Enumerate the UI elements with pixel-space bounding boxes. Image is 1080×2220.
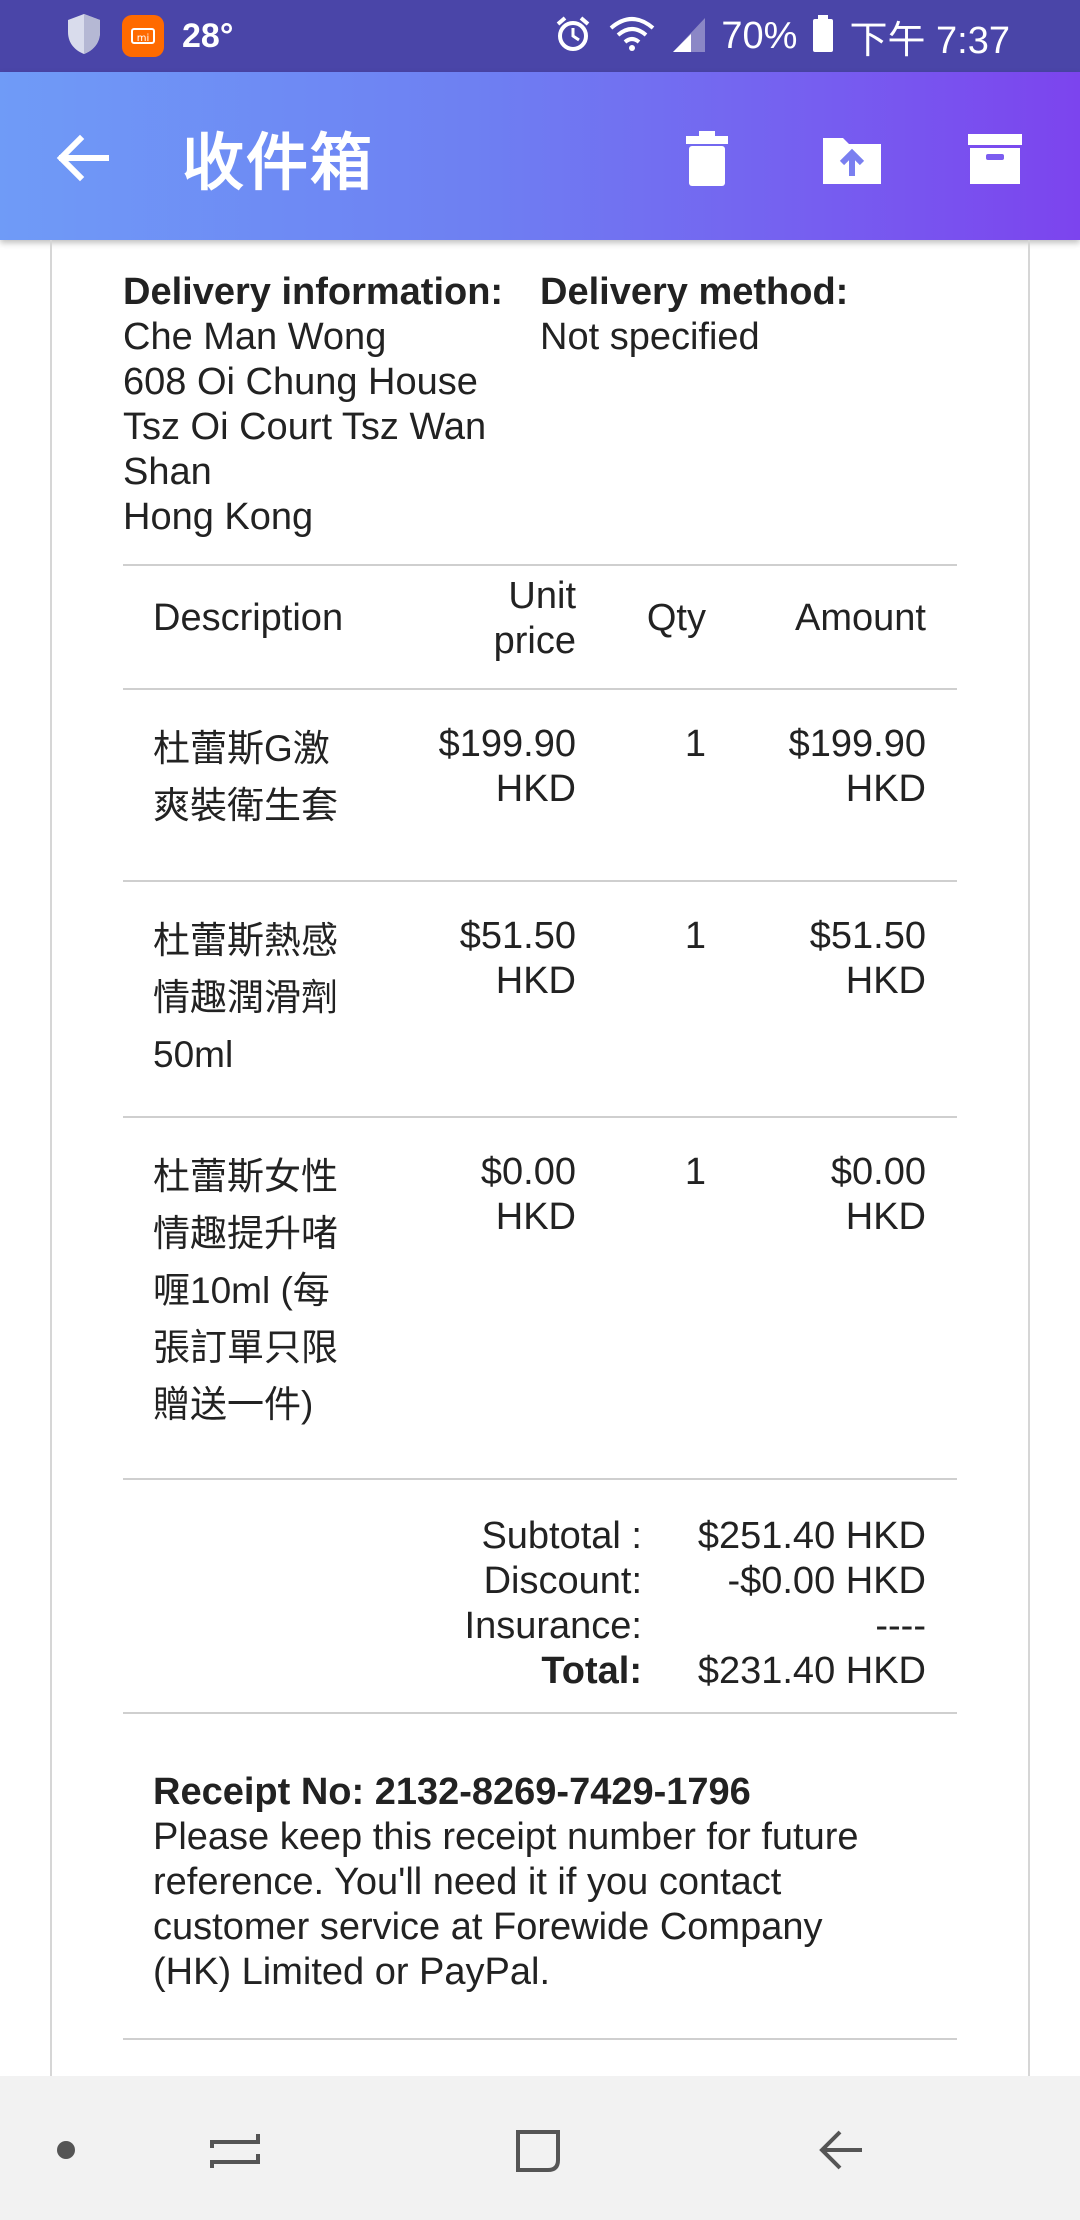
receipt-number: Receipt No: 2132-8269-7429-1796: [153, 1771, 751, 1813]
delivery-address-line: Shan: [123, 451, 212, 493]
item-unit-price-currency: HKD: [495, 1196, 576, 1238]
receipt-note-line: (HK) Limited or PayPal.: [153, 1951, 551, 1993]
item-description-line: 杜蕾斯女性: [153, 1156, 338, 1197]
move-to-icon[interactable]: [819, 126, 885, 192]
item-unit-price-value: $51.50: [459, 915, 576, 957]
item-unit-price-currency: HKD: [495, 768, 576, 810]
item-description-line: 杜蕾斯熱感: [153, 920, 338, 961]
app-bar: 收件箱: [0, 72, 1080, 240]
discount-value: -$0.00 HKD: [727, 1560, 926, 1602]
item-amount: $51.50 HKD: [716, 914, 926, 1004]
card-border: [1028, 240, 1030, 2076]
item-amount: $0.00 HKD: [716, 1150, 926, 1240]
total-value: $231.40 HKD: [697, 1650, 926, 1692]
back-arrow-icon[interactable]: [50, 124, 118, 192]
card-border: [50, 240, 52, 2076]
alarm-icon: [553, 14, 593, 59]
delivery-method-value: Not specified: [540, 316, 760, 358]
wifi-icon: [607, 14, 657, 59]
divider: [123, 1116, 957, 1118]
delivery-method-heading: Delivery method:: [540, 271, 849, 313]
item-amount: $199.90 HKD: [716, 722, 926, 812]
item-amount-value: $0.00: [830, 1151, 926, 1193]
signal-icon: [671, 14, 707, 59]
clock: 下午 7:37: [849, 19, 1010, 62]
receipt-info: Receipt No: 2132-8269-7429-1796 Please k…: [153, 1770, 933, 1995]
item-unit-price: $0.00 HKD: [360, 1150, 576, 1240]
item-amount-value: $199.90: [788, 723, 926, 765]
battery-percent: 70%: [721, 14, 798, 57]
subtotal-value: $251.40 HKD: [697, 1515, 926, 1557]
item-description-line: 情趣提升啫: [153, 1213, 338, 1254]
delivery-info-heading: Delivery information:: [123, 271, 504, 313]
delivery-address-line: 608 Oi Chung House: [123, 361, 478, 403]
item-description-line: 爽裝衛生套: [153, 785, 338, 826]
archive-icon[interactable]: [962, 126, 1028, 192]
delivery-address-line: Tsz Oi Court Tsz Wan: [123, 406, 487, 448]
home-icon[interactable]: [508, 2120, 568, 2180]
status-bar: mi 28° 70% 下午 7:37: [0, 0, 1080, 72]
delivery-method: Delivery method: Not specified: [540, 270, 940, 360]
total-label: Total:: [541, 1650, 642, 1692]
svg-text:mi: mi: [137, 33, 150, 44]
divider: [123, 564, 957, 566]
column-header-unit-price-line: price: [493, 620, 576, 662]
item-description-line: 50ml: [153, 1034, 234, 1075]
receipt-note-line: reference. You'll need it if you contact: [153, 1861, 782, 1903]
item-amount-currency: HKD: [845, 960, 926, 1002]
item-description: 杜蕾斯女性 情趣提升啫 喱10ml (每 張訂單只限 贈送一件): [153, 1148, 363, 1433]
item-amount-currency: HKD: [845, 1196, 926, 1238]
item-unit-price-value: $199.90: [438, 723, 576, 765]
recents-icon[interactable]: [206, 2120, 266, 2180]
item-unit-price: $199.90 HKD: [360, 722, 576, 812]
item-unit-price-value: $0.00: [480, 1151, 576, 1193]
item-description-line: 杜蕾斯G激: [153, 728, 330, 769]
item-description: 杜蕾斯G激 爽裝衛生套: [153, 720, 363, 834]
email-body[interactable]: Delivery information: Che Man Wong 608 O…: [0, 240, 1080, 2076]
item-qty: 1: [684, 723, 706, 765]
page-title: 收件箱: [182, 126, 375, 199]
item-qty: 1: [684, 915, 706, 957]
column-header-unit-price-line: Unit: [508, 575, 576, 617]
item-amount-currency: HKD: [845, 768, 926, 810]
divider: [123, 2038, 957, 2040]
item-description-line: 情趣潤滑劑: [153, 977, 338, 1018]
column-header-qty: Qty: [646, 597, 706, 639]
dot-icon[interactable]: [36, 2120, 96, 2180]
column-header-description: Description: [153, 597, 344, 639]
back-icon[interactable]: [812, 2120, 872, 2180]
item-amount-value: $51.50: [809, 915, 926, 957]
item-description-line: 喱10ml (每: [153, 1270, 330, 1311]
item-unit-price: $51.50 HKD: [360, 914, 576, 1004]
divider: [123, 1478, 957, 1480]
delivery-address-line: Hong Kong: [123, 496, 314, 538]
discount-label: Discount:: [483, 1560, 642, 1602]
navigation-bar: [0, 2076, 1080, 2220]
item-description: 杜蕾斯熱感 情趣潤滑劑 50ml: [153, 912, 363, 1083]
divider: [123, 880, 957, 882]
shield-icon: [64, 12, 104, 61]
insurance-label: Insurance:: [464, 1605, 642, 1647]
item-description-line: 贈送一件): [153, 1384, 314, 1425]
receipt-note-line: customer service at Forewide Company: [153, 1906, 823, 1948]
delete-icon[interactable]: [674, 126, 740, 192]
item-qty: 1: [684, 1151, 706, 1193]
item-unit-price-currency: HKD: [495, 960, 576, 1002]
delivery-name: Che Man Wong: [123, 316, 387, 358]
temperature: 28°: [182, 16, 234, 55]
battery-icon: [811, 14, 835, 59]
delivery-information: Delivery information: Che Man Wong 608 O…: [123, 270, 523, 540]
insurance-value: ----: [875, 1605, 926, 1647]
mi-icon: mi: [122, 15, 164, 57]
receipt-note-line: Please keep this receipt number for futu…: [153, 1816, 859, 1858]
item-description-line: 張訂單只限: [153, 1327, 338, 1368]
subtotal-label: Subtotal :: [481, 1515, 642, 1557]
column-header-amount: Amount: [795, 597, 926, 639]
divider: [123, 688, 957, 690]
column-header-unit-price: Unit price: [430, 574, 576, 664]
divider: [123, 1712, 957, 1714]
